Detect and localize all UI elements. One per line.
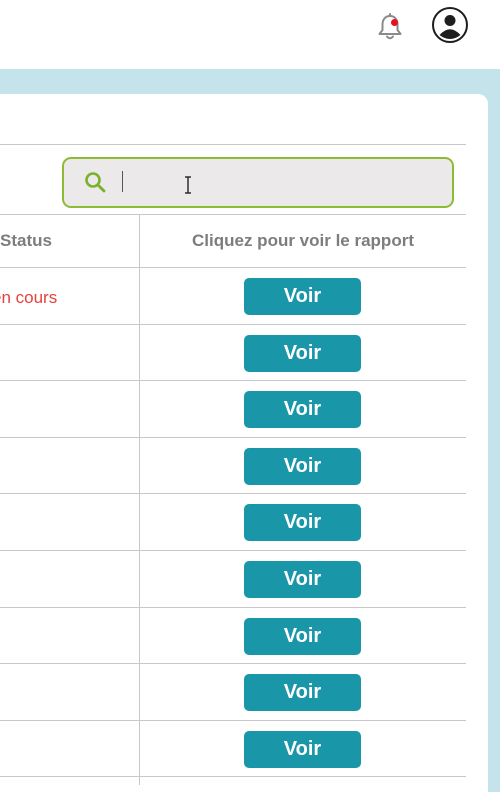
user-avatar-icon: [432, 7, 468, 43]
view-report-button[interactable]: Voir: [244, 560, 361, 598]
text-caret: [122, 171, 123, 192]
table-row: Voir: [0, 381, 466, 438]
table-row: Voir: [0, 325, 466, 382]
table-row: en cours Voir: [0, 268, 466, 325]
bell-icon: [378, 13, 402, 40]
search-bar[interactable]: [62, 157, 454, 208]
view-report-button[interactable]: Voir: [244, 391, 361, 429]
account-button[interactable]: [431, 6, 469, 44]
table-row: Voir: [0, 494, 466, 551]
table-row: Voir: [0, 721, 466, 778]
view-report-button[interactable]: Voir: [244, 674, 361, 712]
reports-table: Status Cliquez pour voir le rapport en c…: [0, 214, 466, 785]
view-report-button[interactable]: Voir: [244, 278, 361, 315]
search-input[interactable]: [122, 168, 436, 198]
column-header-status: Status: [0, 231, 52, 250]
view-report-button[interactable]: Voir: [244, 504, 361, 542]
search-icon: [85, 172, 106, 193]
status-cell: en cours: [0, 288, 58, 307]
top-header: [0, 0, 500, 69]
table-row: Voir: [0, 664, 466, 721]
notifications-button[interactable]: [376, 12, 404, 42]
view-report-button[interactable]: Voir: [244, 447, 361, 485]
table-row: Voir: [0, 608, 466, 665]
table-row: Voir: [0, 551, 466, 608]
view-report-button[interactable]: Voir: [244, 730, 361, 768]
column-header-report: Cliquez pour voir le rapport: [192, 231, 414, 250]
view-report-button[interactable]: Voir: [244, 334, 361, 372]
divider: [0, 144, 466, 145]
table-header: Status Cliquez pour voir le rapport: [0, 214, 466, 268]
notification-badge: [391, 19, 398, 26]
text-cursor-icon: [185, 176, 191, 194]
table-row: Voir: [0, 438, 466, 495]
view-report-button[interactable]: Voir: [244, 617, 361, 655]
